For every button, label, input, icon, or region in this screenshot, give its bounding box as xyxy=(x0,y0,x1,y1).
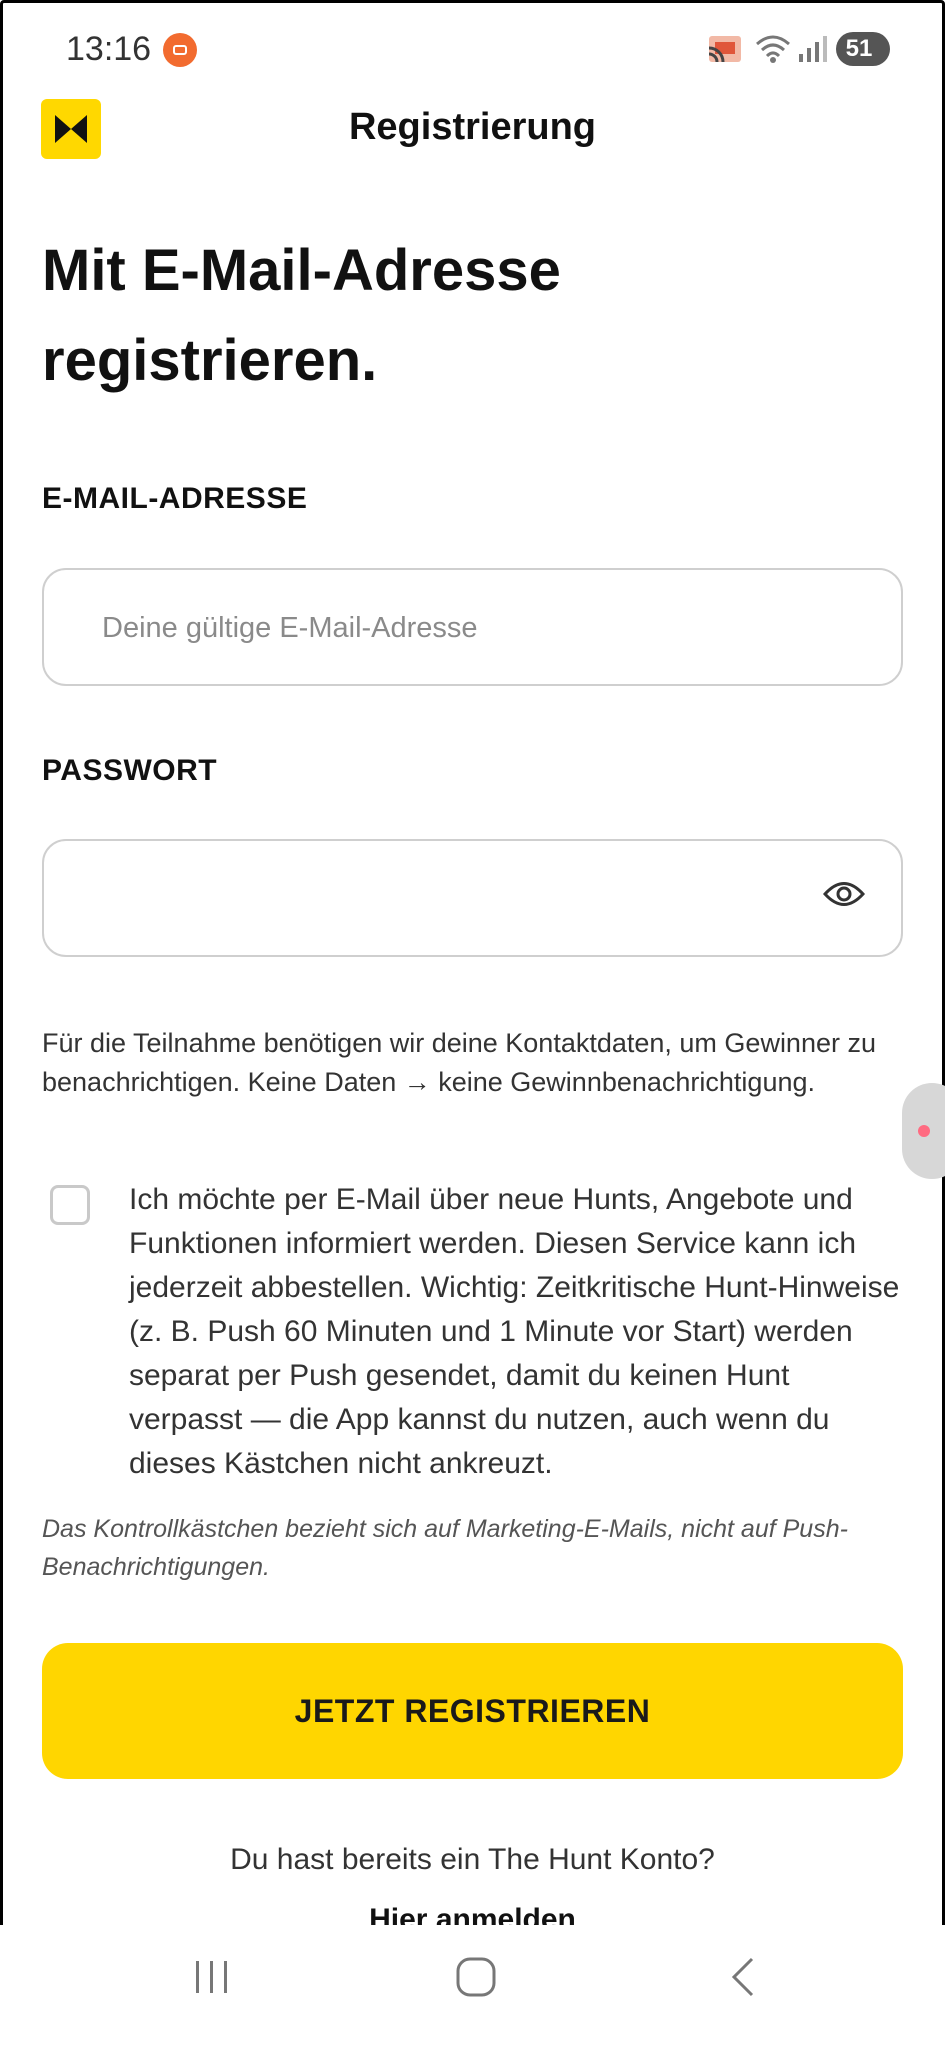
register-button[interactable]: JETZT REGISTRIEREN xyxy=(42,1643,903,1779)
home-icon[interactable] xyxy=(454,1955,498,1999)
email-field[interactable] xyxy=(100,570,824,686)
back-icon[interactable] xyxy=(722,1955,766,1999)
page-header-title: Registrierung xyxy=(348,106,597,148)
system-nav-bar xyxy=(0,1925,945,2048)
password-label: PASSWORT xyxy=(42,754,218,787)
marketing-consent-text[interactable]: Ich möchte per E-Mail über neue Hunts, A… xyxy=(129,1178,909,1486)
contact-info-text: Für die Teilnahme benötigen wir deine Ko… xyxy=(42,1028,876,1097)
status-bar: 13:16 51 xyxy=(0,0,945,100)
marketing-consent-checkbox[interactable] xyxy=(50,1185,90,1225)
floating-side-handle[interactable] xyxy=(902,1083,945,1179)
consent-note: Das Kontrollkästchen bezieht sich auf Ma… xyxy=(42,1515,848,1581)
battery-level: 51 xyxy=(845,35,873,62)
signal-icon xyxy=(799,36,827,62)
recent-apps-icon[interactable] xyxy=(190,1955,234,1999)
password-field[interactable] xyxy=(100,841,824,957)
status-time: 13:16 xyxy=(66,30,152,68)
page-title: Mit E-Mail-Adresse registrieren. xyxy=(42,238,561,393)
wifi-icon xyxy=(756,35,790,63)
battery-icon: 51 xyxy=(836,32,890,66)
eye-icon[interactable] xyxy=(823,879,865,909)
password-field-container xyxy=(42,839,903,957)
email-label: E-MAIL-ADRESSE xyxy=(42,482,308,515)
email-field-container xyxy=(42,568,903,686)
login-link[interactable]: Hier anmelden xyxy=(0,1903,945,1925)
login-question: Du hast bereits ein The Hunt Konto? xyxy=(230,1843,715,1876)
cast-icon xyxy=(708,36,741,63)
screen-record-icon xyxy=(163,33,197,67)
